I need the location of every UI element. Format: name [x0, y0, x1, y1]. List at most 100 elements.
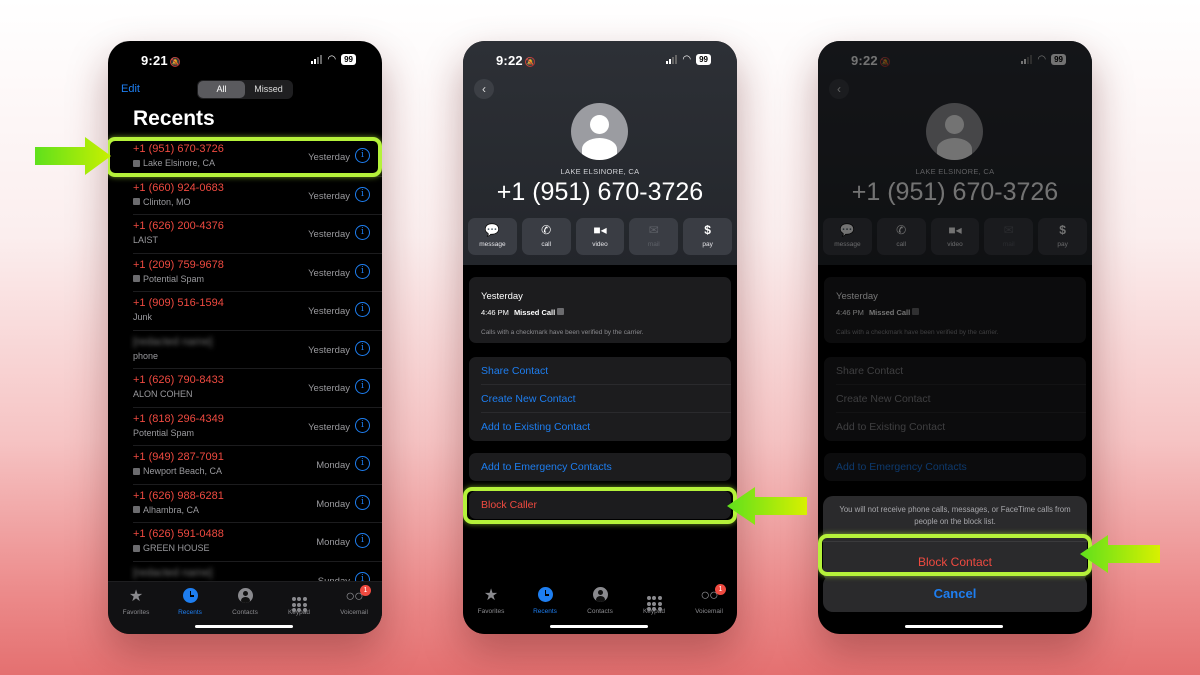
home-indicator[interactable] — [550, 625, 648, 628]
history-time: 4:46 PM — [481, 308, 509, 317]
phone-detail-screen: 9:22 🔕 ◠ 99 ‹ LAKE ELSINORE, CA +1 (951) … — [463, 41, 737, 634]
call-list-item[interactable]: +1 (626) 790-8433 ALON COHEN Yesterday i — [133, 369, 382, 408]
call-button[interactable]: ✆call — [521, 218, 571, 255]
status-bar: 9:21 🔕 ◠ 99 — [108, 41, 382, 77]
info-icon[interactable]: i — [355, 186, 370, 202]
contact-header: 9:22🔕 ◠ 99 ‹ LAKE ELSINORE, CA +1 (951) … — [463, 41, 737, 265]
edit-button[interactable]: Edit — [121, 83, 140, 95]
tab-contacts[interactable]: Contacts — [218, 588, 272, 616]
tab-recents[interactable]: Recents — [163, 588, 217, 616]
caller-subtitle: GREEN HOUSE — [143, 543, 210, 553]
voicemail-badge: 1 — [360, 585, 371, 596]
clock-icon — [537, 587, 553, 602]
caller-number: +1 (626) 790-8433 — [133, 374, 224, 386]
annotation-arrow-right-icon — [35, 137, 111, 175]
phone-icon: ✆ — [541, 223, 552, 237]
call-list-item[interactable]: +1 (949) 287-7091 Newport Beach, CA Monday… — [133, 446, 382, 485]
voicemail-icon: ○○ — [345, 588, 363, 605]
info-icon[interactable]: i — [355, 225, 370, 240]
person-circle-icon — [237, 588, 253, 603]
call-time: Monday — [316, 498, 350, 510]
cellular-signal-icon — [666, 55, 678, 64]
wifi-icon: ◠ — [327, 53, 337, 65]
caller-number: +1 (660) 924-0683 — [133, 181, 224, 194]
verified-check-icon — [133, 544, 140, 552]
chevron-left-icon: ‹ — [482, 82, 486, 96]
dollar-icon: $ — [704, 223, 711, 237]
info-icon[interactable]: i — [355, 456, 370, 471]
tab-favorites[interactable]: ★ Favorites — [464, 587, 518, 615]
home-indicator[interactable] — [905, 625, 1003, 628]
caller-number: +1 (818) 296-4349 — [133, 412, 224, 425]
caller-subtitle: Potential Spam — [133, 427, 195, 438]
call-time: Yesterday — [308, 383, 350, 394]
add-to-existing-contact-button[interactable]: Add to Existing Contact — [481, 413, 731, 441]
caller-number: +1 (626) 988-6281 — [133, 489, 224, 502]
verified-check-icon — [133, 467, 140, 475]
info-icon[interactable]: i — [355, 263, 370, 279]
call-list-item[interactable]: +1 (909) 516-1594 Junk Yesterday i — [133, 292, 382, 331]
message-button[interactable]: 💬message — [468, 218, 517, 255]
caller-subtitle: Alhambra, CA — [143, 504, 200, 515]
tab-keypad[interactable]: Keypad — [272, 588, 326, 616]
info-icon[interactable]: i — [355, 340, 370, 356]
call-list-item[interactable]: +1 (626) 591-0488 GREEN HOUSE Monday i — [133, 523, 382, 562]
info-icon[interactable]: i — [355, 417, 370, 433]
call-time: Yesterday — [308, 267, 350, 279]
call-list-item[interactable]: +1 (209) 759-9678 Potential Spam Yesterday… — [133, 254, 382, 292]
emergency-card: Add to Emergency Contacts — [469, 453, 731, 481]
call-list-item[interactable]: +1 (626) 200-4376 LAIST Yesterday i — [133, 215, 382, 254]
back-button[interactable]: ‹ — [474, 79, 494, 99]
call-list: +1 (951) 670-3726 Lake Elsinore, CA Yester… — [108, 138, 382, 600]
caller-subtitle: Potential Spam — [143, 273, 205, 284]
person-circle-icon — [592, 587, 608, 602]
cancel-button[interactable]: Cancel — [823, 575, 1087, 612]
caller-subtitle: LAIST — [133, 235, 159, 245]
tab-keypad[interactable]: Keypad — [627, 587, 681, 615]
call-time: Monday — [316, 537, 350, 548]
call-time: Yesterday — [308, 344, 350, 356]
call-list-item[interactable]: +1 (660) 924-0683 Clinton, MO Yesterday i — [133, 177, 382, 215]
verified-check-icon — [133, 275, 140, 282]
caller-number: [redacted name] — [133, 566, 213, 579]
star-icon: ★ — [483, 587, 499, 604]
battery-icon: 99 — [696, 54, 711, 65]
tab-contacts[interactable]: Contacts — [573, 587, 627, 615]
video-button[interactable]: ■◂video — [575, 218, 625, 255]
highlight-box — [463, 487, 737, 524]
history-day: Yesterday — [481, 291, 523, 302]
verification-note: Calls with a checkmark have been verifie… — [481, 329, 644, 336]
share-contact-button[interactable]: Share Contact — [481, 357, 731, 385]
mail-button[interactable]: ✉mail — [629, 218, 679, 255]
home-indicator[interactable] — [195, 625, 293, 628]
silent-bell-icon: 🔕 — [169, 57, 182, 67]
annotation-arrow-left-icon — [1080, 535, 1160, 573]
call-list-item[interactable]: [redacted name] phone Yesterday i — [133, 331, 382, 369]
call-list-item[interactable]: +1 (626) 988-6281 Alhambra, CA Monday i — [133, 485, 382, 523]
block-warning-message: You will not receive phone calls, messag… — [839, 505, 1071, 526]
caller-subtitle: Junk — [133, 312, 153, 322]
call-list-item[interactable]: +1 (818) 296-4349 Potential Spam Yesterday… — [133, 408, 382, 446]
tab-missed[interactable]: Missed — [245, 81, 292, 98]
tab-all[interactable]: All — [198, 81, 245, 98]
highlight-box — [108, 137, 382, 177]
info-icon[interactable]: i — [355, 494, 370, 510]
caller-number: +1 (209) 759-9678 — [133, 258, 224, 271]
caller-number: +1 (626) 591-0488 — [133, 528, 224, 540]
pay-button[interactable]: $pay — [683, 218, 732, 255]
annotation-arrow-left-icon — [727, 487, 807, 525]
create-new-contact-button[interactable]: Create New Contact — [481, 385, 731, 413]
tab-favorites[interactable]: ★ Favorites — [109, 588, 163, 616]
add-to-emergency-contacts-button[interactable]: Add to Emergency Contacts — [481, 453, 731, 481]
info-icon[interactable]: i — [355, 379, 370, 394]
tab-voicemail[interactable]: ○○ 1 Voicemail — [682, 584, 736, 615]
call-time: Monday — [316, 460, 350, 471]
call-time: Yesterday — [308, 229, 350, 240]
tab-recents[interactable]: Recents — [518, 587, 572, 615]
tab-voicemail[interactable]: ○○ 1 Voicemail — [327, 585, 381, 616]
status-time: 9:21 — [141, 53, 168, 68]
voicemail-icon: ○○ — [700, 587, 718, 604]
info-icon[interactable]: i — [355, 302, 370, 317]
info-icon[interactable]: i — [355, 533, 370, 548]
call-time: Yesterday — [308, 190, 350, 202]
